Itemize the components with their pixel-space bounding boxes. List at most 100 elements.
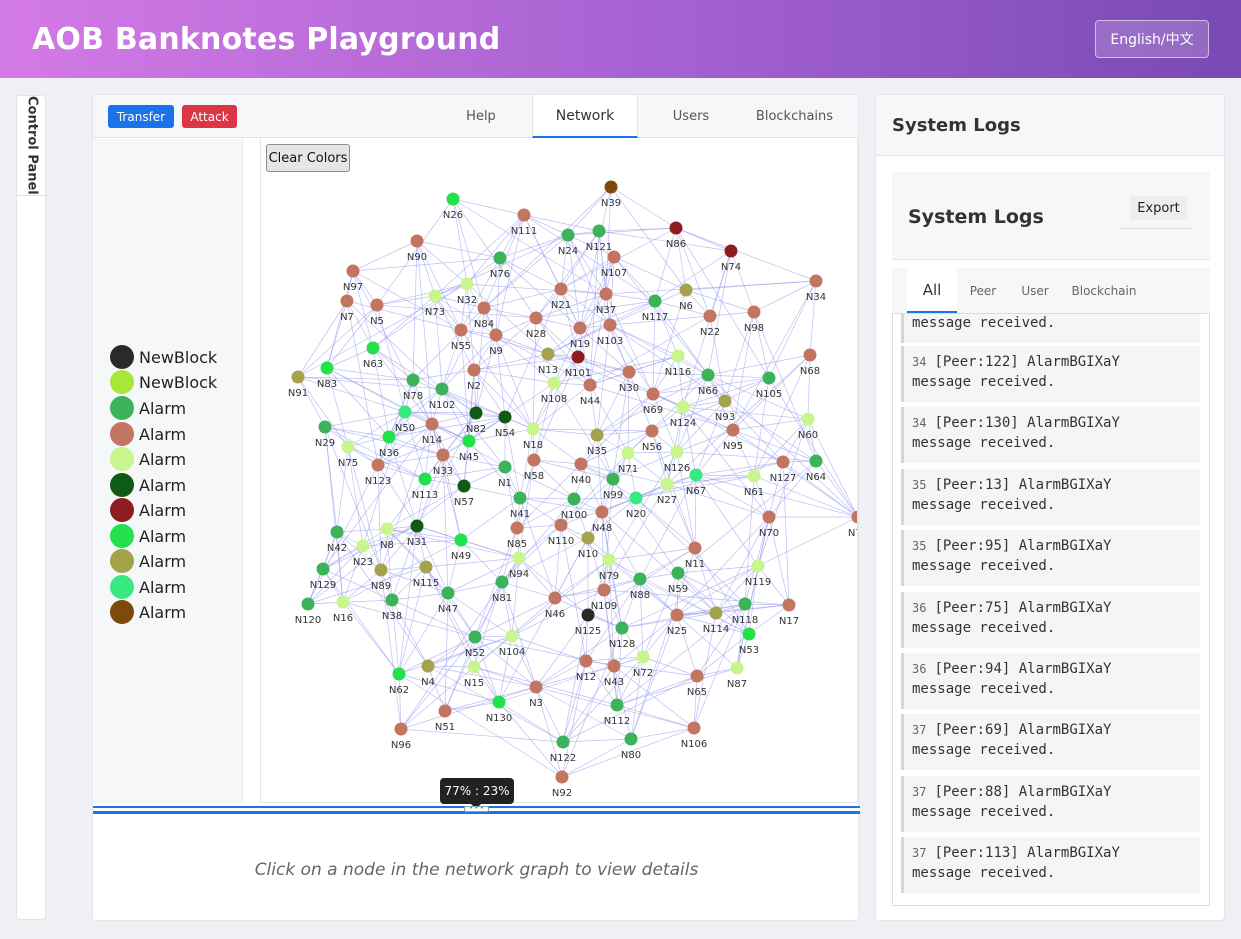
graph-node[interactable]: N57 bbox=[454, 479, 474, 509]
graph-node[interactable]: N66 bbox=[698, 368, 718, 398]
graph-node-circle[interactable] bbox=[579, 654, 593, 668]
panel-splitter[interactable]: • • • bbox=[93, 806, 860, 814]
graph-node-circle[interactable] bbox=[738, 597, 752, 611]
graph-node-circle[interactable] bbox=[602, 553, 616, 567]
graph-node-circle[interactable] bbox=[457, 479, 471, 493]
graph-node-circle[interactable] bbox=[435, 382, 449, 396]
graph-node-circle[interactable] bbox=[330, 525, 344, 539]
graph-node-circle[interactable] bbox=[751, 559, 765, 573]
logs-tab-blockchain[interactable]: Blockchain bbox=[1064, 268, 1144, 313]
graph-node[interactable]: N56 bbox=[642, 424, 662, 454]
graph-node-circle[interactable] bbox=[726, 423, 740, 437]
graph-node[interactable]: N101 bbox=[565, 350, 592, 380]
graph-node-circle[interactable] bbox=[356, 539, 370, 553]
graph-node-circle[interactable] bbox=[547, 376, 561, 390]
logs-tab-user[interactable]: User bbox=[1010, 268, 1060, 313]
graph-node-circle[interactable] bbox=[809, 454, 823, 468]
graph-node-circle[interactable] bbox=[526, 422, 540, 436]
graph-node-circle[interactable] bbox=[462, 434, 476, 448]
clear-colors-button[interactable]: Clear Colors bbox=[266, 144, 350, 172]
graph-node-circle[interactable] bbox=[599, 287, 613, 301]
graph-node-circle[interactable] bbox=[529, 680, 543, 694]
graph-node-circle[interactable] bbox=[370, 298, 384, 312]
graph-node-circle[interactable] bbox=[428, 289, 442, 303]
graph-node[interactable]: N120 bbox=[295, 597, 322, 627]
graph-node-circle[interactable] bbox=[441, 586, 455, 600]
network-graph-canvas[interactable]: N39 N26 N111 N86 N24 N121 N90 N76 N107 N74 N97 N34 N… bbox=[261, 139, 858, 803]
tab-users[interactable]: Users bbox=[641, 95, 741, 138]
graph-node-circle[interactable] bbox=[548, 591, 562, 605]
graph-node-circle[interactable] bbox=[460, 277, 474, 291]
graph-node-circle[interactable] bbox=[527, 453, 541, 467]
graph-node-circle[interactable] bbox=[371, 458, 385, 472]
graph-node-circle[interactable] bbox=[646, 387, 660, 401]
graph-node[interactable]: N61 bbox=[744, 469, 764, 499]
language-toggle-button[interactable]: English/中文 bbox=[1095, 20, 1209, 58]
graph-node-circle[interactable] bbox=[554, 282, 568, 296]
graph-node[interactable]: N129 bbox=[310, 562, 337, 592]
graph-node[interactable]: N119 bbox=[745, 559, 772, 589]
graph-node-circle[interactable] bbox=[636, 650, 650, 664]
graph-node-circle[interactable] bbox=[671, 566, 685, 580]
graph-node-circle[interactable] bbox=[688, 541, 702, 555]
graph-node[interactable]: N80 bbox=[621, 732, 641, 762]
graph-node[interactable]: N86 bbox=[666, 221, 686, 251]
graph-node-circle[interactable] bbox=[629, 491, 643, 505]
transfer-button[interactable]: Transfer bbox=[108, 105, 174, 128]
tab-network[interactable]: Network bbox=[532, 95, 638, 138]
graph-node-circle[interactable] bbox=[556, 735, 570, 749]
graph-node-circle[interactable] bbox=[801, 412, 815, 426]
control-panel-tab[interactable]: Control Panel bbox=[17, 96, 47, 196]
graph-node-circle[interactable] bbox=[495, 575, 509, 589]
logs-list[interactable]: message received. 34 [Peer:122] AlarmBGIX… bbox=[892, 313, 1210, 906]
graph-node-circle[interactable] bbox=[385, 593, 399, 607]
graph-node-circle[interactable] bbox=[615, 621, 629, 635]
graph-node-circle[interactable] bbox=[610, 698, 624, 712]
graph-node-circle[interactable] bbox=[671, 349, 685, 363]
graph-node-circle[interactable] bbox=[477, 301, 491, 315]
graph-node[interactable]: N1 bbox=[498, 460, 512, 490]
graph-node-circle[interactable] bbox=[701, 368, 715, 382]
graph-node[interactable]: N38 bbox=[382, 593, 402, 623]
graph-node-circle[interactable] bbox=[561, 228, 575, 242]
graph-node-circle[interactable] bbox=[512, 551, 526, 565]
graph-node-circle[interactable] bbox=[687, 721, 701, 735]
graph-node-circle[interactable] bbox=[493, 251, 507, 265]
graph-node-circle[interactable] bbox=[604, 180, 618, 194]
tab-blockchains[interactable]: Blockchains bbox=[743, 95, 846, 138]
graph-node-circle[interactable] bbox=[622, 365, 636, 379]
graph-node[interactable]: N107 bbox=[601, 250, 628, 280]
graph-node-circle[interactable] bbox=[398, 405, 412, 419]
graph-node[interactable]: N89 bbox=[371, 563, 391, 593]
graph-node-circle[interactable] bbox=[776, 455, 790, 469]
graph-node-circle[interactable] bbox=[660, 477, 674, 491]
graph-node[interactable]: N40 bbox=[571, 457, 591, 487]
tab-help[interactable]: Help bbox=[431, 95, 531, 138]
graph-node[interactable]: N4 bbox=[421, 659, 435, 689]
graph-node[interactable]: N92 bbox=[552, 770, 572, 800]
graph-node[interactable]: N74 bbox=[721, 244, 741, 274]
graph-node-circle[interactable] bbox=[380, 522, 394, 536]
graph-node-circle[interactable] bbox=[782, 598, 796, 612]
graph-node-circle[interactable] bbox=[366, 341, 380, 355]
graph-node-circle[interactable] bbox=[690, 669, 704, 683]
graph-node-circle[interactable] bbox=[762, 510, 776, 524]
graph-node-circle[interactable] bbox=[513, 491, 527, 505]
graph-node-circle[interactable] bbox=[809, 274, 823, 288]
graph-node[interactable]: N6 bbox=[679, 283, 693, 313]
graph-node-circle[interactable] bbox=[498, 410, 512, 424]
graph-node-circle[interactable] bbox=[555, 770, 569, 784]
graph-node-circle[interactable] bbox=[346, 264, 360, 278]
graph-node-circle[interactable] bbox=[374, 563, 388, 577]
graph-node-circle[interactable] bbox=[581, 608, 595, 622]
graph-node-circle[interactable] bbox=[621, 446, 635, 460]
graph-node-circle[interactable] bbox=[669, 221, 683, 235]
graph-node-circle[interactable] bbox=[679, 283, 693, 297]
attack-button[interactable]: Attack bbox=[182, 105, 237, 128]
graph-node[interactable]: N122 bbox=[550, 735, 577, 765]
graph-node-circle[interactable] bbox=[803, 348, 817, 362]
graph-node-circle[interactable] bbox=[510, 521, 524, 535]
graph-node[interactable]: N26 bbox=[443, 192, 463, 222]
graph-node-circle[interactable] bbox=[747, 305, 761, 319]
graph-node-circle[interactable] bbox=[581, 531, 595, 545]
